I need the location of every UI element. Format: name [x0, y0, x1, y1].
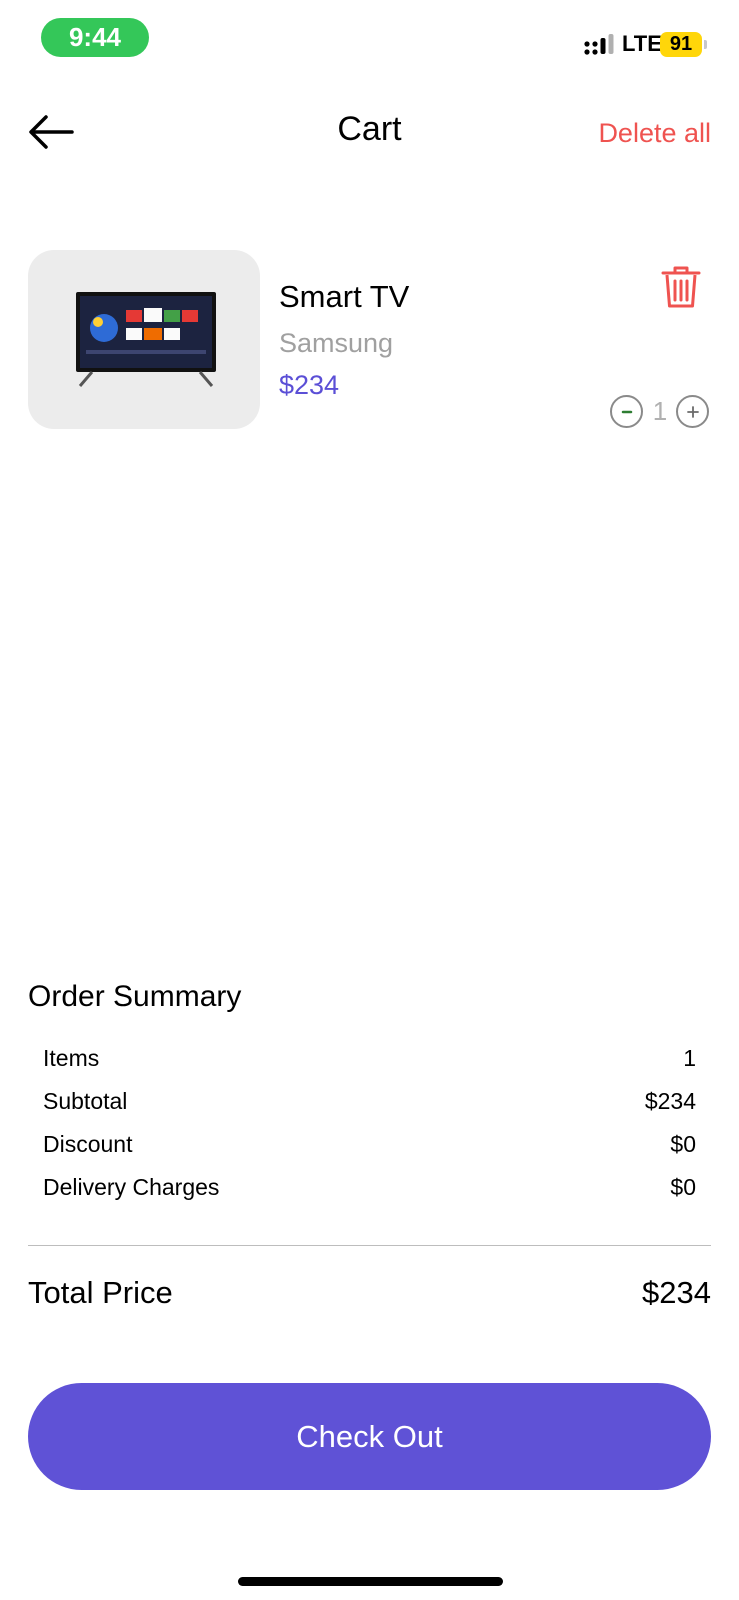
item-price: $234	[279, 370, 340, 400]
summary-row-items: Items 1	[43, 1045, 696, 1072]
summary-row-delivery: Delivery Charges $0	[43, 1174, 696, 1201]
battery-cap	[704, 40, 707, 49]
summary-value: $0	[670, 1174, 696, 1200]
total-label: Total Price	[28, 1275, 173, 1310]
checkout-button[interactable]: Check Out	[28, 1383, 711, 1490]
summary-value: $234	[644, 1088, 696, 1114]
summary-label: Subtotal	[43, 1088, 128, 1114]
network-type: LTE	[622, 31, 662, 56]
quantity-value: 1	[652, 396, 668, 426]
status-time: 9:44	[41, 18, 149, 57]
order-summary-title: Order Summary	[28, 980, 242, 1013]
plus-icon	[686, 405, 699, 418]
summary-label: Discount	[43, 1131, 133, 1157]
signal-icon	[584, 34, 614, 55]
trash-icon[interactable]	[661, 264, 701, 310]
total-value: $234	[642, 1275, 711, 1310]
item-name: Smart TV	[279, 279, 410, 314]
decrease-quantity-button[interactable]	[610, 395, 643, 428]
delete-all-button[interactable]: Delete all	[598, 118, 711, 149]
summary-value: 1	[683, 1045, 696, 1071]
summary-row-discount: Discount $0	[43, 1131, 696, 1158]
battery-indicator: 91	[660, 32, 702, 57]
summary-label: Delivery Charges	[43, 1174, 220, 1200]
home-indicator[interactable]	[238, 1577, 503, 1586]
summary-divider	[28, 1245, 711, 1246]
summary-row-subtotal: Subtotal $234	[43, 1088, 696, 1115]
smart-tv-image	[76, 292, 216, 387]
increase-quantity-button[interactable]	[676, 395, 709, 428]
minus-icon	[621, 410, 632, 413]
summary-value: $0	[670, 1131, 696, 1157]
total-price-row: Total Price $234	[28, 1275, 711, 1311]
summary-label: Items	[43, 1045, 100, 1071]
item-brand: Samsung	[279, 328, 394, 358]
